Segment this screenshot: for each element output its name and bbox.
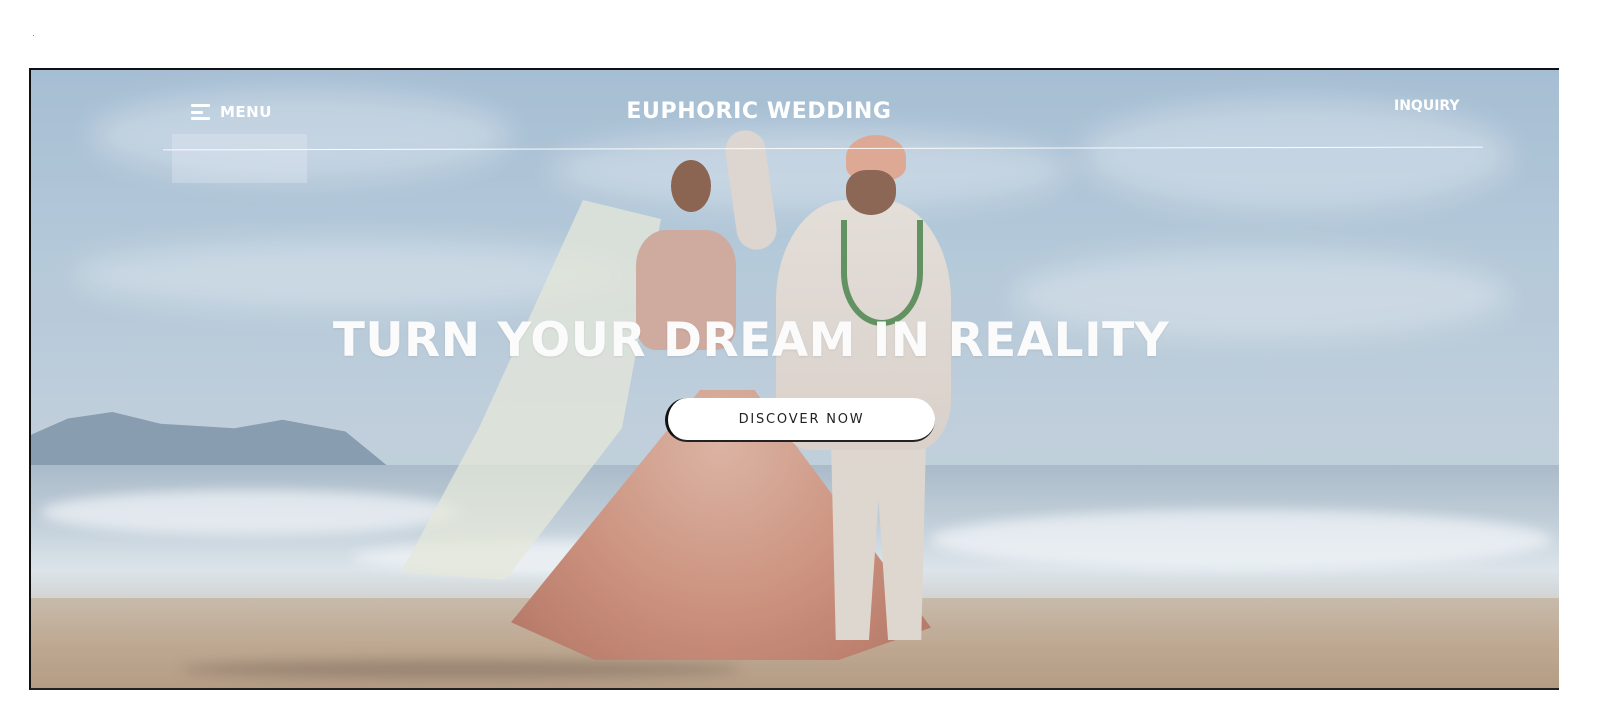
inquiry-link[interactable]: INQUIRY [1394,98,1460,114]
discover-now-button[interactable]: DISCOVER NOW [665,398,935,442]
site-logo[interactable]: EUPHORIC WEDDING [31,99,1523,124]
hero-headline: TURN YOUR DREAM IN REALITY [332,313,1170,368]
page-dot [33,35,34,36]
hero-section: MENU EUPHORIC WEDDING INQUIRY TURN YOUR … [29,68,1559,690]
menu-hover-highlight [172,134,307,183]
